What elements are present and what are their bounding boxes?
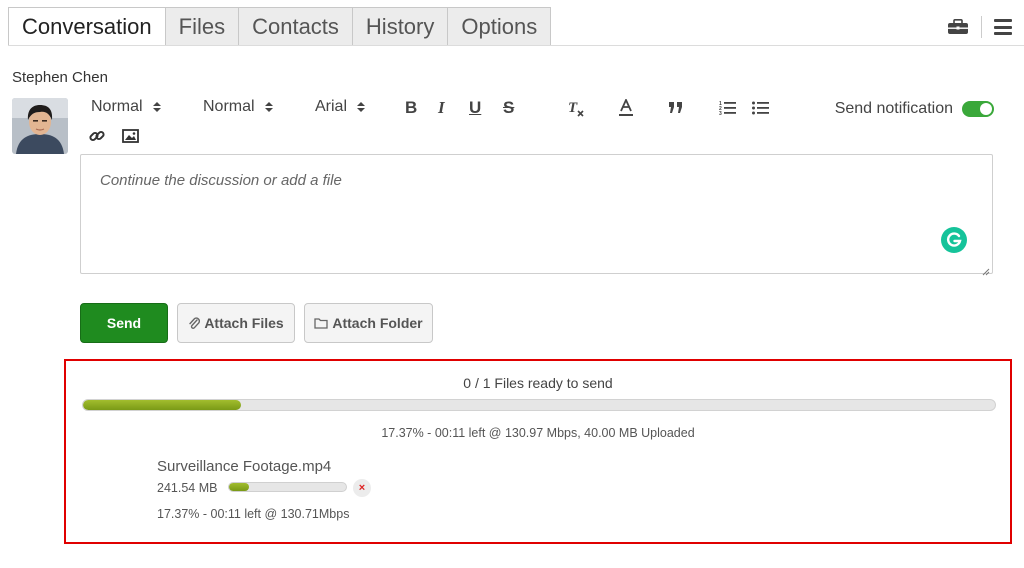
upload-file-status: 17.37% - 00:11 left @ 130.71Mbps (157, 507, 350, 521)
font-select[interactable]: Arial (315, 98, 366, 116)
header-actions (947, 16, 1012, 38)
send-notification: Send notification (835, 100, 994, 118)
send-button[interactable]: Send (80, 303, 168, 343)
bullet-list-icon[interactable] (752, 98, 770, 118)
upload-file-size: 241.54 MB (157, 481, 218, 495)
link-icon[interactable] (89, 126, 105, 146)
tab-history[interactable]: History (351, 7, 449, 46)
select-arrows-icon (357, 102, 366, 112)
attach-files-button[interactable]: Attach Files (177, 303, 295, 343)
heading-select-value: Normal (91, 98, 143, 115)
heading-select[interactable]: Normal (91, 98, 161, 116)
grammarly-icon[interactable] (941, 227, 967, 253)
tab-files[interactable]: Files (164, 7, 240, 46)
text-color-icon[interactable] (618, 98, 634, 118)
remove-file-button[interactable]: × (353, 479, 371, 497)
send-notification-toggle[interactable] (962, 101, 994, 117)
hamburger-menu-icon[interactable] (994, 19, 1012, 35)
files-ready-status: 0 / 1 Files ready to send (463, 375, 613, 391)
upload-panel: 0 / 1 Files ready to send 17.37% - 00:11… (64, 359, 1012, 544)
tab-bar: Conversation Files Contacts History Opti… (8, 7, 552, 46)
tab-options[interactable]: Options (447, 7, 552, 46)
image-icon[interactable] (122, 126, 139, 146)
send-notification-label: Send notification (834, 100, 953, 117)
header-separator (981, 16, 982, 38)
ordered-list-icon[interactable]: 123 (719, 98, 737, 118)
clear-format-icon[interactable]: T (567, 98, 585, 118)
briefcase-icon[interactable] (947, 19, 969, 35)
italic-button[interactable]: I (438, 98, 445, 118)
upload-file-name: Surveillance Footage.mp4 (157, 458, 332, 475)
attach-folder-label: Attach Folder (332, 315, 423, 331)
select-arrows-icon (264, 102, 273, 112)
attach-files-label: Attach Files (204, 315, 284, 331)
size-select[interactable]: Normal (203, 98, 273, 116)
editor-placeholder: Continue the discussion or add a file (100, 172, 342, 189)
avatar (12, 98, 68, 154)
resize-handle-icon[interactable] (982, 263, 990, 276)
svg-text:T: T (568, 100, 578, 116)
overall-progress-bar (82, 399, 996, 411)
message-editor[interactable]: Continue the discussion or add a file (80, 154, 993, 276)
file-progress-fill (229, 483, 250, 491)
overall-progress-fill (83, 400, 242, 410)
attach-folder-button[interactable]: Attach Folder (304, 303, 433, 343)
file-progress-bar (228, 482, 347, 492)
overall-upload-status: 17.37% - 00:11 left @ 130.97 Mbps, 40.00… (381, 426, 695, 440)
user-name: Stephen Chen (12, 69, 108, 86)
blockquote-icon[interactable] (668, 98, 684, 118)
folder-icon (314, 318, 329, 329)
tab-conversation[interactable]: Conversation (8, 7, 166, 46)
paperclip-icon (189, 317, 201, 329)
font-select-value: Arial (315, 98, 348, 115)
underline-button[interactable]: U (469, 98, 481, 118)
tab-divider (8, 45, 1024, 46)
size-select-value: Normal (203, 98, 255, 115)
select-arrows-icon (152, 102, 161, 112)
svg-text:3: 3 (719, 111, 722, 116)
strikethrough-button[interactable]: S (503, 98, 514, 118)
tab-contacts[interactable]: Contacts (238, 7, 353, 46)
bold-button[interactable]: B (405, 98, 417, 118)
